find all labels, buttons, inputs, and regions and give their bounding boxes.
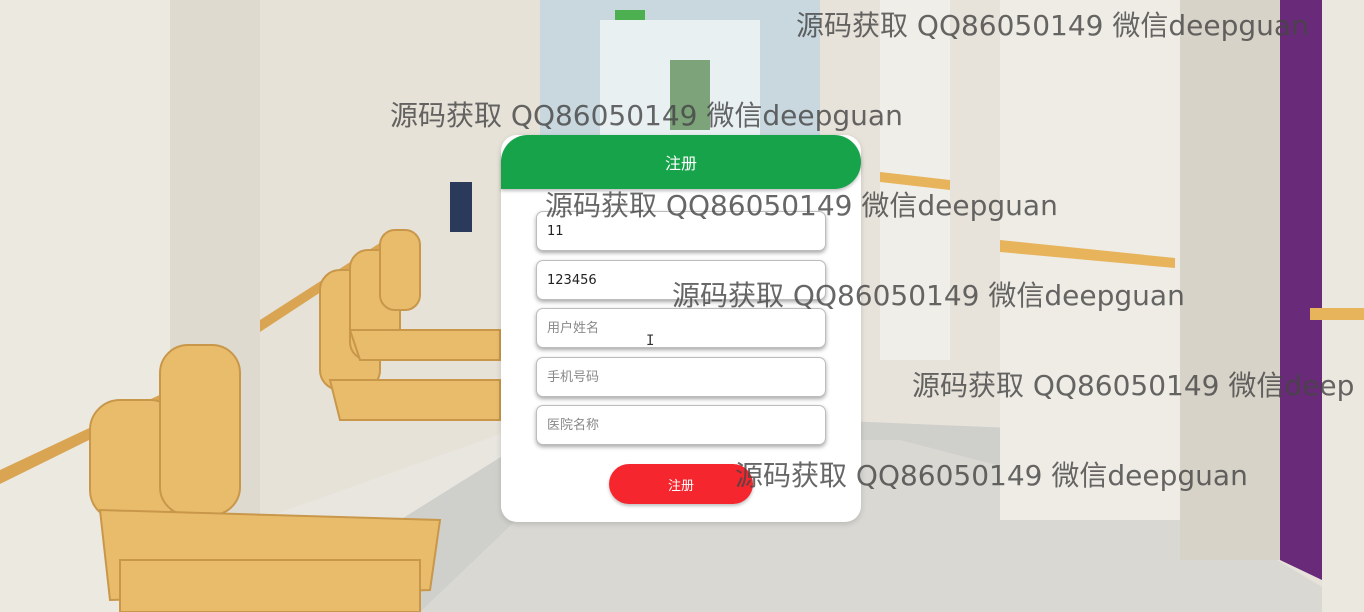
register-page: 注册 注册 I 源码获取 QQ86050149 微信deepguan 源码获取 … <box>0 0 1364 612</box>
phone-input[interactable] <box>536 357 826 397</box>
register-submit-button[interactable]: 注册 <box>609 464 753 504</box>
name-input[interactable] <box>536 308 826 348</box>
password-input[interactable] <box>536 260 826 300</box>
username-input[interactable] <box>536 211 826 251</box>
register-card: 注册 注册 <box>501 135 861 522</box>
register-title: 注册 <box>664 154 697 173</box>
text-cursor-icon: I <box>646 333 655 349</box>
hospital-input[interactable] <box>536 405 826 445</box>
register-header: 注册 <box>501 135 861 189</box>
